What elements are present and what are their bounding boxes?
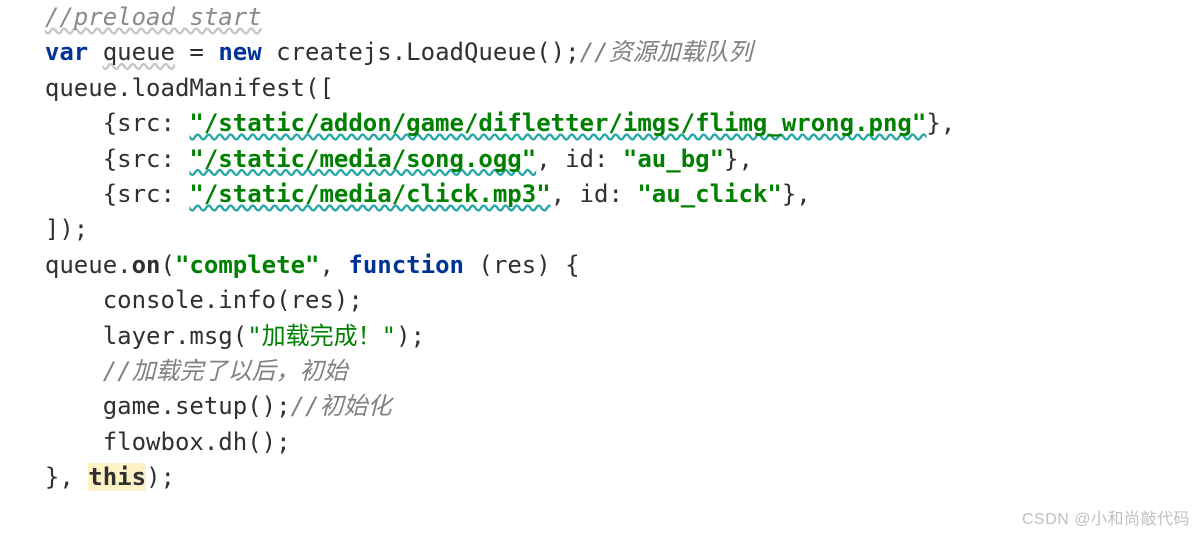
stmt-layer-a: layer.msg( <box>45 322 247 350</box>
call-on-d: (res) { <box>464 251 580 279</box>
obj-open-2: {src: <box>45 145 190 173</box>
space <box>262 38 276 66</box>
string-loaded: "加载完成！" <box>247 322 396 350</box>
call-loadmanifest-open: queue.loadManifest([ <box>45 74 334 102</box>
stmt-flowbox: flowbox.dh(); <box>45 428 291 456</box>
keyword-this: this <box>88 463 146 491</box>
watermark: CSDN @小和尚敲代码 <box>1022 505 1190 529</box>
call-loadmanifest-close: ]); <box>45 215 88 243</box>
method-on: on <box>132 251 161 279</box>
code-block: //preload start var queue = new createjs… <box>0 0 1204 496</box>
string-complete: "complete" <box>175 251 320 279</box>
string-path-3: "/static/media/click.mp3" <box>189 180 550 208</box>
obj-close-2: }, <box>724 145 753 173</box>
fn-close-b: ); <box>146 463 175 491</box>
obj-close-3: }, <box>782 180 811 208</box>
comment-after-load: //加载完了以后，初始 <box>45 357 348 385</box>
string-path-1: "/static/addon/game/difletter/imgs/flimg… <box>189 109 926 137</box>
stmt-console: console.info(res); <box>45 286 363 314</box>
space <box>88 38 102 66</box>
keyword-var: var <box>45 38 88 66</box>
obj-mid-3: , id: <box>551 180 638 208</box>
call-on-a: queue. <box>45 251 132 279</box>
string-id-3: "au_click" <box>637 180 782 208</box>
string-path-2: "/static/media/song.ogg" <box>189 145 536 173</box>
stmt-game-setup: game.setup(); <box>45 392 291 420</box>
comment-preload: //preload start <box>45 3 262 31</box>
ident-queue: queue <box>103 38 175 66</box>
keyword-function: function <box>348 251 464 279</box>
stmt-layer-b: ); <box>396 322 425 350</box>
comment-zh-queue: //资源加载队列 <box>580 38 753 66</box>
obj-close-1: }, <box>926 109 955 137</box>
string-id-2: "au_bg" <box>623 145 724 173</box>
fn-close-a: }, <box>45 463 88 491</box>
obj-open-1: {src: <box>45 109 190 137</box>
call-createjs: createjs.LoadQueue(); <box>276 38 579 66</box>
obj-mid-2: , id: <box>536 145 623 173</box>
call-on-b: ( <box>161 251 175 279</box>
keyword-new: new <box>218 38 261 66</box>
op-eq: = <box>175 38 218 66</box>
obj-open-3: {src: <box>45 180 190 208</box>
comment-init: //初始化 <box>291 392 392 420</box>
call-on-c: , <box>319 251 348 279</box>
